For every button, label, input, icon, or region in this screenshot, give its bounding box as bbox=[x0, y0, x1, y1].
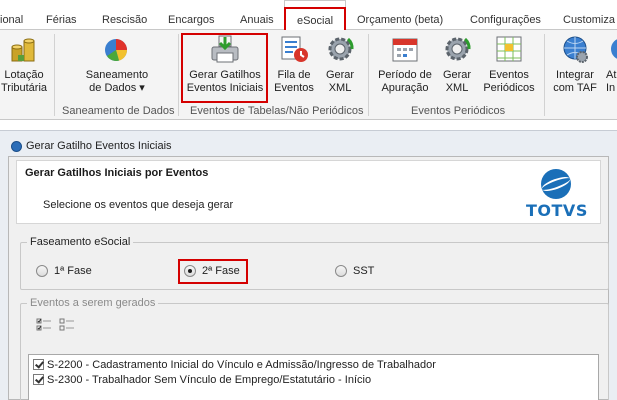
saneamento-line2: de Dados ▾ bbox=[89, 82, 145, 94]
group-separator bbox=[54, 34, 55, 116]
totvs-logo-icon bbox=[541, 169, 571, 199]
evento-s2300-checkbox[interactable] bbox=[33, 374, 44, 385]
integrar-line1: Integrar bbox=[556, 69, 594, 81]
pie-chart-icon bbox=[101, 33, 133, 65]
tab-customizacao[interactable]: Customiza bbox=[563, 0, 615, 30]
header-panel: Gerar Gatilhos Iniciais por Eventos Sele… bbox=[16, 160, 601, 224]
eventos-periodicos-line2: Periódicos bbox=[483, 82, 535, 94]
tab-ferias[interactable]: Férias bbox=[46, 0, 77, 30]
gear-refresh-icon bbox=[441, 33, 473, 65]
partial-line2: In bbox=[606, 82, 616, 94]
group-separator bbox=[368, 34, 369, 116]
saneamento-dados-button[interactable]: Saneamento de Dados ▾ bbox=[76, 33, 158, 95]
periodo-line2: Apuração bbox=[381, 82, 429, 94]
tab-anuais[interactable]: Anuais bbox=[240, 0, 274, 30]
evento-s2200-label: S-2200 - Cadastramento Inicial do Víncul… bbox=[47, 359, 436, 371]
tab-operacional[interactable]: ional bbox=[0, 0, 23, 30]
periodo-apuracao-button[interactable]: Período de Apuração bbox=[376, 33, 434, 95]
spreadsheet-icon bbox=[493, 33, 525, 65]
gear-refresh-icon bbox=[324, 33, 356, 65]
partial-button[interactable]: At In bbox=[606, 33, 617, 95]
header-subtitle: Selecione os eventos que deseja gerar bbox=[43, 199, 234, 211]
ribbon-panel: Lotação Tributária Saneamento de Dados ▾… bbox=[0, 30, 617, 120]
integrar-line2: com TAF bbox=[553, 82, 597, 94]
radio-fase-1[interactable]: 1ª Fase bbox=[36, 264, 92, 278]
radio-sst[interactable]: SST bbox=[335, 264, 374, 278]
totvs-logo-text: TOTVS bbox=[526, 201, 588, 220]
calendar-icon bbox=[389, 33, 421, 65]
radio-sst-label: SST bbox=[353, 265, 375, 277]
gerar-xml-button[interactable]: Gerar XML bbox=[322, 33, 358, 95]
evento-s2300-label: S-2300 - Trabalhador Sem Vínculo de Empr… bbox=[47, 374, 372, 386]
radio-sst-dot[interactable] bbox=[335, 265, 347, 277]
group-separator bbox=[544, 34, 545, 116]
periodo-line1: Período de bbox=[378, 69, 432, 81]
fase-2-highlight bbox=[178, 259, 248, 284]
fila-line1: Fila de bbox=[277, 69, 311, 81]
evento-s2200-checkbox[interactable] bbox=[33, 359, 44, 370]
dialog-title-bar: Gerar Gatilho Eventos Iniciais bbox=[10, 140, 172, 152]
radio-fase-1-dot[interactable] bbox=[36, 265, 48, 277]
dialog-title: Gerar Gatilho Eventos Iniciais bbox=[26, 140, 172, 152]
eventos-periodicos-line1: Eventos bbox=[489, 69, 529, 81]
globe-gear-icon bbox=[559, 33, 591, 65]
check-all-icon[interactable] bbox=[36, 318, 52, 332]
gerar-gatilhos-highlight bbox=[181, 33, 268, 103]
eventos-list: S-2200 - Cadastramento Inicial do Víncul… bbox=[28, 354, 599, 400]
tab-rescisao[interactable]: Rescisão bbox=[102, 0, 147, 30]
faseamento-legend: Faseamento eSocial bbox=[27, 236, 134, 248]
partial-line1: At bbox=[606, 69, 617, 81]
group-label-tabelas: Eventos de Tabelas/Não Periódicos bbox=[190, 105, 364, 117]
group-label-periodicos: Eventos Periódicos bbox=[411, 105, 506, 117]
totvs-logo: TOTVS bbox=[526, 167, 588, 220]
lotacao-line1: Lotação bbox=[4, 69, 44, 81]
eventos-legend: Eventos a serem gerados bbox=[27, 297, 159, 309]
gerar-xml-p-line1: Gerar bbox=[442, 69, 472, 81]
gerar-xml-periodicos-button[interactable]: Gerar XML bbox=[440, 33, 474, 95]
faseamento-group bbox=[20, 242, 609, 290]
tab-encargos[interactable]: Encargos bbox=[168, 0, 214, 30]
lotacao-tributaria-button[interactable]: Lotação Tributária bbox=[0, 33, 48, 95]
list-item[interactable]: S-2200 - Cadastramento Inicial do Víncul… bbox=[33, 358, 436, 372]
fila-eventos-button[interactable]: Fila de Eventos bbox=[272, 33, 316, 95]
coins-icon bbox=[8, 33, 40, 65]
saneamento-line1: Saneamento bbox=[85, 69, 149, 81]
gerar-xml-line2: XML bbox=[328, 82, 352, 94]
tab-orcamento[interactable]: Orçamento (beta) bbox=[357, 0, 443, 30]
tab-configuracoes[interactable]: Configurações bbox=[470, 0, 541, 30]
queue-icon bbox=[278, 33, 310, 65]
eventos-periodicos-button[interactable]: Eventos Periódicos bbox=[482, 33, 536, 95]
group-label-saneamento: Saneamento de Dados bbox=[62, 105, 175, 117]
integrar-taf-button[interactable]: Integrar com TAF bbox=[552, 33, 598, 95]
partial-icon bbox=[606, 33, 617, 65]
app-icon bbox=[11, 141, 22, 152]
radio-fase-1-label: 1ª Fase bbox=[54, 265, 92, 277]
uncheck-all-icon[interactable] bbox=[59, 318, 75, 332]
gerar-xml-line1: Gerar bbox=[325, 69, 355, 81]
gerar-xml-p-line2: XML bbox=[445, 82, 469, 94]
list-item[interactable]: S-2300 - Trabalhador Sem Vínculo de Empr… bbox=[33, 373, 371, 387]
fila-line2: Eventos bbox=[274, 82, 314, 94]
header-title: Gerar Gatilhos Iniciais por Eventos bbox=[25, 167, 209, 179]
lotacao-line2: Tributária bbox=[0, 82, 48, 94]
group-separator bbox=[178, 34, 179, 116]
